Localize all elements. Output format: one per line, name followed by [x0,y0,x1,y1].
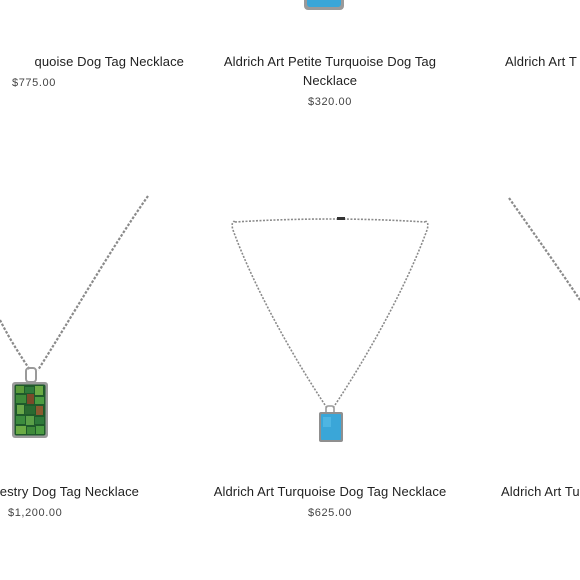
product-grid: quoise Dog Tag Necklace $775.00 Aldrich … [0,0,580,580]
product-price-wrap: $775.00 [0,52,184,89]
product-name[interactable]: Aldrich Art T [505,52,580,71]
turquoise-pendant-icon [231,217,429,442]
product-price: $320.00 [308,96,352,108]
product-card-partial-right-top[interactable]: Aldrich Art T [505,52,580,71]
product-image-petite-turquoise[interactable] [295,0,355,14]
product-name[interactable]: Aldrich Art Turquoise Dog Tag Necklace [195,482,465,501]
product-card-turquoise-dog-tag-625[interactable]: Aldrich Art Turquoise Dog Tag Necklace $… [195,482,465,519]
petite-turquoise-pendant-icon [304,0,344,10]
product-image-tapestry-dog-tag[interactable] [0,190,160,450]
product-price-wrap: $1,200.00 [0,482,120,519]
product-price: $1,200.00 [8,507,63,519]
mosaic-pendant-icon [0,195,149,438]
product-price: $775.00 [12,77,56,89]
product-name[interactable]: Aldrich Art Tu [501,482,580,501]
chain-icon [508,197,580,301]
product-card-partial-right-bottom[interactable]: Aldrich Art Tu [501,482,580,501]
product-name[interactable]: Aldrich Art Petite Turquoise Dog Tag Nec… [215,52,445,90]
product-image-turquoise-dog-tag[interactable] [225,210,435,450]
product-price: $625.00 [308,507,352,519]
product-card-petite-turquoise-dog-tag[interactable]: Aldrich Art Petite Turquoise Dog Tag Nec… [215,52,445,108]
product-image-partial-right[interactable] [505,190,580,310]
